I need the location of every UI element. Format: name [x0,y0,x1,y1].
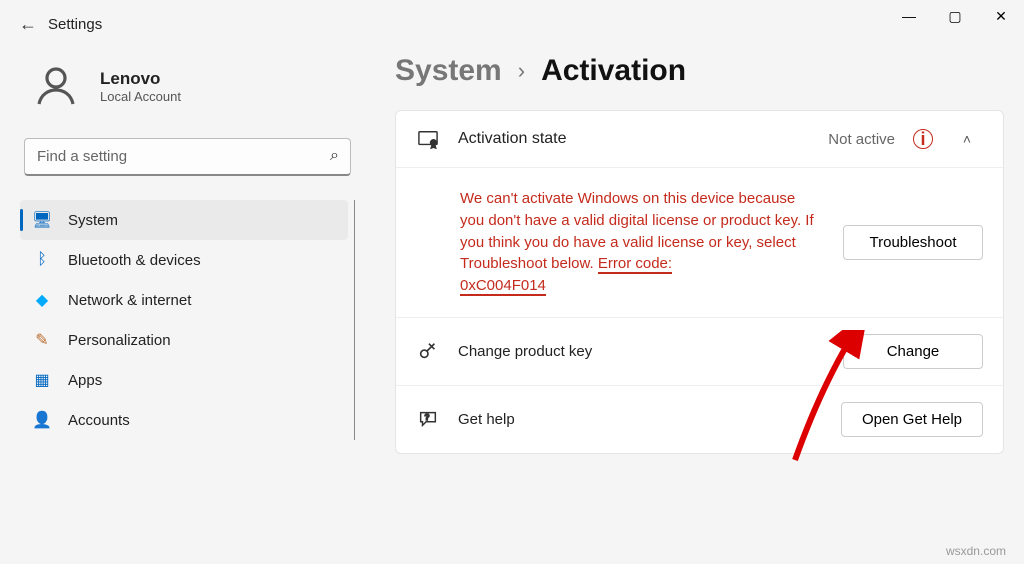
nav-label: Apps [68,372,102,389]
close-button[interactable]: ✕ [978,0,1024,32]
activation-state-label: Activation state [458,130,810,148]
nav-icon: ▦ [32,370,52,390]
nav-icon: 👤 [32,410,52,430]
activation-error-text: We can't activate Windows on this device… [460,188,819,297]
back-button[interactable]: ← [8,14,48,35]
watermark: wsxdn.com [946,544,1006,558]
sidebar-item-apps[interactable]: ▦ Apps [20,360,348,400]
user-block: Lenovo Local Account [20,48,355,138]
breadcrumb-root[interactable]: System [395,54,502,88]
key-icon [416,340,440,362]
nav-icon: ᛒ [32,250,52,270]
troubleshoot-button[interactable]: Troubleshoot [843,225,983,260]
sidebar-item-network-internet[interactable]: ◆ Network & internet [20,280,348,320]
minimize-button[interactable]: — [886,0,932,32]
certificate-icon [416,129,440,149]
alert-icon: i [913,129,933,149]
user-name: Lenovo [100,69,181,89]
search-icon: ⌕ [330,147,339,165]
nav-label: Network & internet [68,292,191,309]
search-input[interactable] [24,138,351,176]
activation-status: Not active [828,131,895,148]
activation-state-row[interactable]: Activation state Not active i ˄ [396,111,1003,167]
change-key-label: Change product key [458,343,825,360]
window-title: Settings [48,16,102,33]
help-icon: ? [416,408,440,430]
avatar-icon [28,58,84,114]
nav-label: Personalization [68,332,171,349]
nav-icon: ◆ [32,290,52,310]
get-help-label: Get help [458,411,823,428]
nav-label: Accounts [68,412,130,429]
breadcrumb: System › Activation [395,54,1004,88]
chevron-right-icon: › [518,58,525,84]
nav-label: Bluetooth & devices [68,252,201,269]
open-help-button[interactable]: Open Get Help [841,402,983,437]
account-type: Local Account [100,89,181,104]
sidebar-item-accounts[interactable]: 👤 Accounts [20,400,348,440]
svg-text:?: ? [425,413,430,422]
change-button[interactable]: Change [843,334,983,369]
maximize-button[interactable]: ▢ [932,0,978,32]
chevron-up-icon[interactable]: ˄ [951,131,983,147]
nav-label: System [68,212,118,229]
nav-icon: ✎ [32,330,52,350]
breadcrumb-leaf: Activation [541,54,686,88]
sidebar-item-bluetooth-devices[interactable]: ᛒ Bluetooth & devices [20,240,348,280]
nav-icon: 🖥 [32,210,52,230]
sidebar-item-system[interactable]: 🖥 System [20,200,348,240]
sidebar-item-personalization[interactable]: ✎ Personalization [20,320,348,360]
